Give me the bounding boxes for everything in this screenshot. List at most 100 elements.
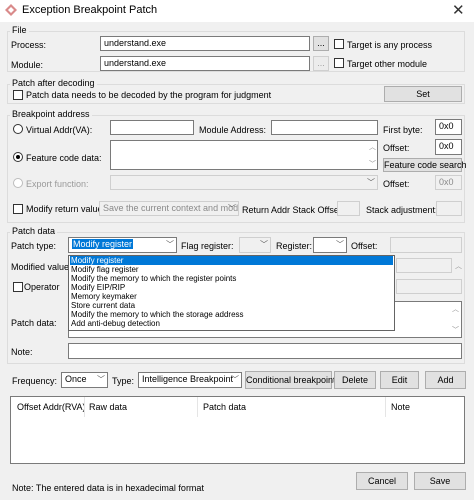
modify-return-combo-value: Save the current context and modif: [103, 203, 239, 213]
virtual-addr-field[interactable]: [110, 120, 194, 135]
return-stack-field[interactable]: [337, 201, 360, 216]
type-value: Intelligence Breakpoint: [142, 374, 234, 384]
chevron-down-icon: ﹀: [336, 240, 344, 249]
set-button[interactable]: Set: [384, 86, 462, 102]
patch-type-label: Patch type:: [11, 241, 57, 251]
scroll-down-icon[interactable]: ﹀: [369, 159, 376, 169]
process-field[interactable]: understand.exe: [100, 36, 310, 51]
process-label: Process:: [11, 40, 47, 50]
close-icon[interactable]: ✕: [452, 1, 465, 19]
dropdown-option[interactable]: Modify EIP/RIP: [70, 283, 125, 292]
feature-code-field[interactable]: [110, 140, 378, 170]
operator-field[interactable]: [396, 279, 462, 294]
register-combo[interactable]: ﹀: [313, 237, 347, 253]
patch-type-dropdown[interactable]: Modify register Modify flag register Mod…: [68, 255, 395, 331]
frequency-label: Frequency:: [12, 376, 58, 386]
operator-checkbox[interactable]: [13, 282, 23, 292]
scroll-down-icon[interactable]: ﹀: [452, 325, 459, 335]
module-other-label: Target other module: [347, 59, 428, 69]
modify-return-checkbox[interactable]: [13, 204, 23, 214]
type-combo[interactable]: Intelligence Breakpoint ﹀: [138, 372, 242, 388]
decode-judgment-label: Patch data needs to be decoded by the pr…: [26, 90, 272, 100]
patch-type-value: Modify register: [72, 239, 134, 249]
register-label: Register:: [276, 241, 313, 251]
type-label: Type:: [112, 376, 135, 386]
modify-return-combo[interactable]: Save the current context and modif ﹀: [99, 201, 239, 216]
process-any-checkbox[interactable]: [334, 39, 344, 49]
add-button[interactable]: Add: [425, 371, 466, 389]
flag-register-combo[interactable]: ﹀: [239, 237, 271, 253]
virtual-addr-radio[interactable]: [13, 124, 23, 134]
module-browse-button[interactable]: ...: [313, 56, 329, 71]
footer-note: Note: The entered data is in hexadecimal…: [12, 483, 204, 493]
export-offset-label: Offset:: [383, 179, 410, 189]
column-header-note[interactable]: Note: [391, 402, 410, 412]
patch-data-label: Patch data:: [11, 318, 57, 328]
offset-field[interactable]: 0x0: [435, 139, 462, 155]
offset-label: Offset:: [383, 143, 410, 153]
column-divider[interactable]: [84, 397, 85, 417]
column-divider[interactable]: [197, 397, 198, 417]
chevron-down-icon: ﹀: [260, 240, 268, 249]
scroll-up-icon[interactable]: ︿: [369, 142, 376, 152]
dropdown-option[interactable]: Modify register: [70, 256, 393, 265]
patch-list-table[interactable]: Offset Addr(RVA) Raw data Patch data Not…: [10, 396, 465, 464]
decode-judgment-checkbox[interactable]: [13, 90, 23, 100]
dropdown-option[interactable]: Modify the memory to which the register …: [70, 274, 236, 283]
feature-code-label: Feature code data:: [26, 153, 102, 163]
column-header-offset[interactable]: Offset Addr(RVA): [17, 402, 86, 412]
virtual-addr-label: Virtual Addr(VA):: [26, 125, 93, 135]
dropdown-option[interactable]: Memory keymaker: [70, 292, 137, 301]
feature-search-button[interactable]: Feature code search: [383, 158, 467, 172]
return-stack-label: Return Addr Stack Offset:: [242, 205, 344, 215]
chevron-down-icon: ﹀: [367, 178, 375, 187]
module-field[interactable]: understand.exe: [100, 56, 310, 71]
breakpoint-group-label: Breakpoint address: [10, 109, 92, 119]
patch-offset-field[interactable]: [390, 237, 462, 253]
export-function-radio[interactable]: [13, 178, 23, 188]
patch-type-combo[interactable]: Modify register ﹀: [68, 237, 177, 253]
module-address-field[interactable]: [271, 120, 378, 135]
chevron-down-icon: ﹀: [166, 240, 174, 249]
process-any-label: Target is any process: [347, 40, 433, 50]
frequency-combo[interactable]: Once ﹀: [61, 372, 108, 388]
export-function-combo[interactable]: ﹀: [110, 175, 378, 190]
stack-adjust-label: Stack adjustment:: [366, 205, 438, 215]
chevron-down-icon: ﹀: [228, 204, 236, 213]
export-function-label: Export function:: [26, 179, 89, 189]
cancel-button[interactable]: Cancel: [356, 472, 408, 490]
window-title: Exception Breakpoint Patch: [22, 4, 158, 16]
scroll-up-icon[interactable]: ︿: [452, 304, 459, 314]
patch-group-label: Patch data: [10, 226, 58, 236]
conditional-breakpoints-button[interactable]: Conditional breakpoints: [245, 371, 340, 389]
dropdown-option[interactable]: Add anti-debug detection: [70, 319, 160, 328]
save-button[interactable]: Save: [414, 472, 466, 490]
note-label: Note:: [11, 347, 33, 357]
delete-button[interactable]: Delete: [334, 371, 376, 389]
first-byte-field[interactable]: 0x0: [435, 119, 462, 135]
export-offset-field[interactable]: 0x0: [435, 175, 462, 190]
modify-return-label: Modify return value:: [26, 204, 106, 214]
module-address-label: Module Address:: [199, 125, 267, 135]
stack-adjust-field[interactable]: [436, 201, 462, 216]
process-browse-button[interactable]: ...: [313, 36, 329, 51]
dropdown-option[interactable]: Modify flag register: [70, 265, 139, 274]
flag-register-label: Flag register:: [181, 241, 234, 251]
column-divider[interactable]: [385, 397, 386, 417]
column-header-patch[interactable]: Patch data: [203, 402, 246, 412]
patch-offset-label: Offset:: [351, 241, 378, 251]
edit-button[interactable]: Edit: [380, 371, 419, 389]
scroll-up-icon[interactable]: ︿: [455, 261, 462, 271]
title-bar: Exception Breakpoint Patch ✕: [0, 0, 474, 22]
dropdown-option[interactable]: Store current data: [70, 301, 135, 310]
modified-value-label: Modified value:: [11, 262, 72, 272]
feature-code-radio[interactable]: [13, 152, 23, 162]
note-field[interactable]: [68, 343, 462, 359]
column-header-raw[interactable]: Raw data: [89, 402, 127, 412]
module-other-checkbox[interactable]: [334, 58, 344, 68]
modified-value-field[interactable]: [396, 258, 452, 273]
frequency-value: Once: [65, 374, 87, 384]
dropdown-option[interactable]: Modify the memory to which the storage a…: [70, 310, 244, 319]
module-label: Module:: [11, 60, 44, 70]
operator-label: Operator: [24, 282, 60, 292]
